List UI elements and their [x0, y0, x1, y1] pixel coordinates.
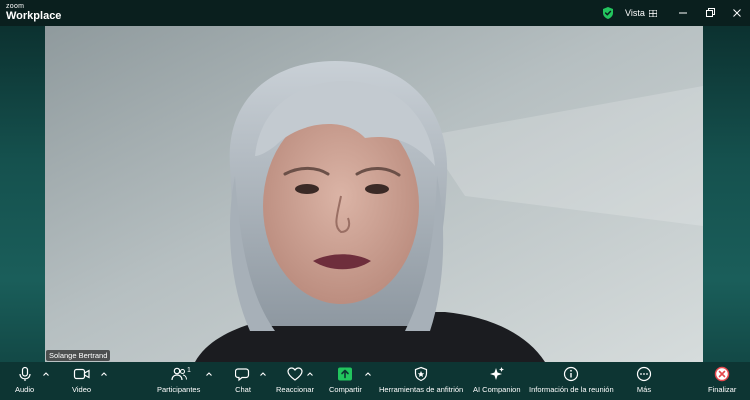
share-label: Compartir: [329, 385, 362, 394]
participant-video-image: [45, 26, 703, 362]
participant-name-tag: Solange Bertrand: [46, 350, 111, 361]
video-button[interactable]: Video: [72, 366, 91, 394]
participants-icon: [171, 367, 187, 381]
video-label: Video: [72, 385, 92, 394]
brand-small: zoom: [6, 3, 25, 10]
restore-window-icon[interactable]: [702, 5, 718, 21]
share-screen-icon: [338, 367, 353, 381]
react-label: Reaccionar: [276, 385, 314, 394]
ai-companion-button[interactable]: AI Companion: [473, 366, 521, 394]
participant-video[interactable]: [45, 26, 703, 362]
sparkle-icon: [489, 367, 504, 380]
meeting-toolbar: Audio Video Participantes 1 Chat Reaccio…: [0, 362, 750, 400]
more-label: Más: [636, 385, 652, 394]
video-camera-icon: [73, 368, 90, 380]
heart-icon: [287, 367, 303, 381]
audio-label: Audio: [15, 385, 35, 394]
chat-options-chevron-up-icon[interactable]: [259, 370, 267, 378]
end-label: Finalizar: [708, 385, 737, 394]
chat-bubble-icon: [235, 368, 250, 382]
shield-icon[interactable]: [601, 6, 615, 20]
chat-label: Chat: [235, 385, 251, 394]
react-options-chevron-up-icon[interactable]: [306, 370, 314, 378]
shield-icon: [415, 366, 428, 382]
microphone-icon: [18, 366, 31, 381]
meeting-info-button[interactable]: Información de la reunión: [529, 366, 614, 394]
view-label: Vista: [625, 8, 645, 18]
meeting-info-label: Información de la reunión: [529, 385, 614, 394]
ai-companion-label: AI Companion: [473, 385, 521, 394]
share-screen-button[interactable]: Compartir: [329, 366, 362, 394]
end-meeting-icon: [714, 366, 730, 382]
title-bar: zoom Workplace Vista: [0, 0, 750, 26]
grid-view-icon: [648, 9, 657, 17]
participants-count: 1: [187, 367, 191, 374]
close-window-icon[interactable]: [729, 5, 745, 21]
chat-button[interactable]: Chat: [235, 366, 251, 394]
info-icon: [564, 366, 579, 382]
zoom-meeting-window: zoom Workplace Vista Solange Bertrand Au…: [0, 0, 750, 400]
audio-options-chevron-up-icon[interactable]: [42, 370, 50, 378]
end-meeting-button[interactable]: Finalizar: [708, 366, 736, 394]
video-options-chevron-up-icon[interactable]: [100, 370, 108, 378]
brand-large: Workplace: [6, 10, 62, 22]
share-options-chevron-up-icon[interactable]: [364, 370, 372, 378]
host-tools-label: Herramientas de anfitrión: [379, 385, 464, 394]
participants-options-chevron-up-icon[interactable]: [205, 370, 213, 378]
minimize-icon[interactable]: [675, 5, 691, 21]
host-tools-button[interactable]: Herramientas de anfitrión: [379, 366, 463, 394]
app-logo: zoom Workplace: [6, 3, 61, 22]
participants-label: Participantes: [157, 385, 201, 394]
more-button[interactable]: Más: [636, 366, 652, 394]
audio-button[interactable]: Audio: [15, 366, 34, 394]
view-button[interactable]: Vista: [618, 4, 662, 22]
participants-button[interactable]: Participantes: [157, 366, 200, 394]
more-options-icon: [636, 366, 652, 382]
